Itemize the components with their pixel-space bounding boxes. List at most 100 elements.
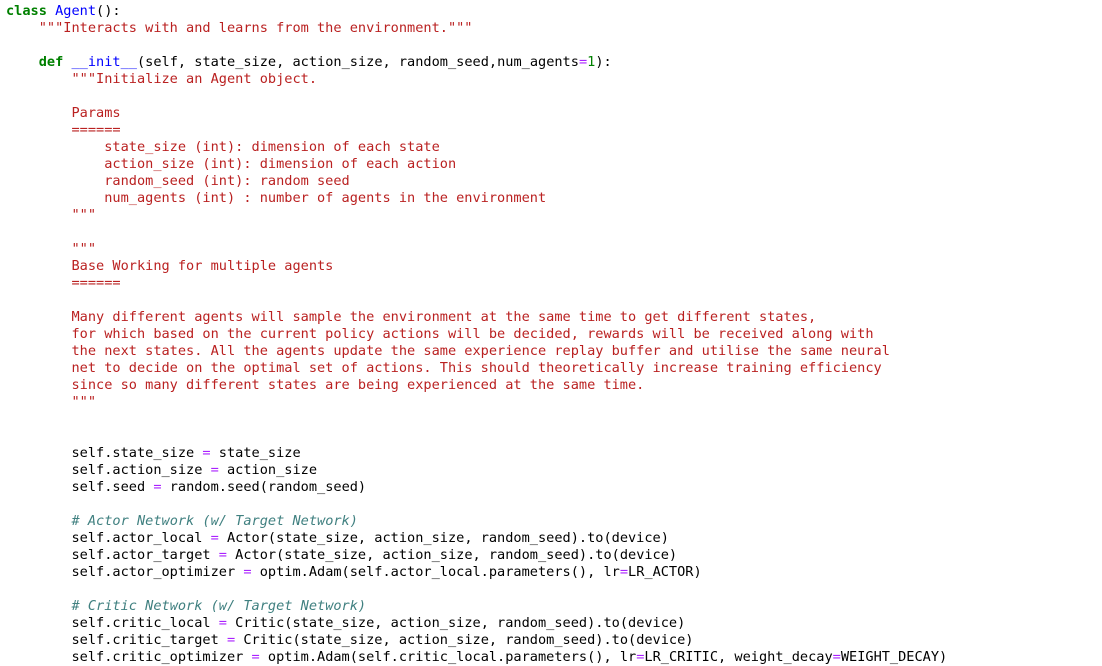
code-token-text: self.actor_local [6, 530, 211, 546]
code-line: class Agent(): [6, 3, 1096, 20]
code-token-comment: # Critic Network (w/ Target Network) [71, 598, 367, 614]
code-token-string: """ [6, 241, 97, 257]
code-line: random_seed (int): random seed [6, 173, 1096, 190]
code-line: self.seed = random.seed(random_seed) [6, 479, 1096, 496]
code-token-text: LR_CRITIC, weight_decay [644, 649, 833, 665]
code-token-text: self.critic_target [6, 632, 227, 648]
code-token-text: action_size [218, 462, 318, 478]
code-token-operator: = [832, 649, 841, 665]
code-token-string: Base Working for multiple agents [6, 258, 334, 274]
code-token-text: self.actor_optimizer [6, 564, 244, 580]
code-token-operator: = [226, 632, 236, 648]
code-line: ====== [6, 122, 1096, 139]
code-token-text: LR_ACTOR) [628, 564, 702, 580]
code-token-text: (self, state_size, action_size, random_s… [136, 54, 579, 70]
code-editor[interactable]: class Agent(): """Interacts with and lea… [6, 3, 1096, 666]
code-line: Params [6, 105, 1096, 122]
code-token-operator: = [153, 479, 162, 495]
code-token-string: ====== [6, 122, 121, 138]
code-token-text: self.actor_target [6, 547, 219, 563]
code-token-string: Many different agents will sample the en… [6, 309, 817, 325]
code-token-keyword: def [38, 54, 64, 70]
code-line: self.critic_target = Critic(state_size, … [6, 632, 1096, 649]
code-line: self.action_size = action_size [6, 462, 1096, 479]
code-token-string: for which based on the current policy ac… [6, 326, 874, 342]
code-token-operator: = [210, 530, 219, 546]
code-line: """Interacts with and learns from the en… [6, 20, 1096, 37]
code-token-string: """Interacts with and learns from the en… [6, 20, 473, 36]
code-token-keyword: class [6, 3, 47, 19]
code-token-text: self.seed [6, 479, 154, 495]
code-line: state_size (int): dimension of each stat… [6, 139, 1096, 156]
code-token-text: ): [595, 54, 612, 70]
code-token-text: optim.Adam(self.actor_local.parameters()… [251, 564, 620, 580]
code-line: Many different agents will sample the en… [6, 309, 1096, 326]
code-line: since so many different states are being… [6, 377, 1096, 394]
code-token-string: since so many different states are being… [6, 377, 645, 393]
code-line: self.critic_optimizer = optim.Adam(self.… [6, 649, 1096, 666]
code-token-text: Critic(state_size, action_size, random_s… [226, 615, 686, 631]
code-line: """ [6, 394, 1096, 411]
code-line: """ [6, 241, 1096, 258]
code-token-string: """Initialize an Agent object. [6, 71, 317, 87]
code-token-text: Actor(state_size, action_size, random_se… [218, 530, 669, 546]
code-token-string: the next states. All the agents update t… [6, 343, 890, 359]
code-token-operator: = [218, 615, 227, 631]
code-line: self.actor_optimizer = optim.Adam(self.a… [6, 564, 1096, 581]
code-token-operator: = [210, 462, 219, 478]
code-line: self.actor_local = Actor(state_size, act… [6, 530, 1096, 547]
code-token-text: random.seed(random_seed) [161, 479, 367, 495]
code-token-string: ====== [6, 275, 121, 291]
code-line: # Critic Network (w/ Target Network) [6, 598, 1096, 615]
code-line: # Actor Network (w/ Target Network) [6, 513, 1096, 530]
code-line: self.actor_target = Actor(state_size, ac… [6, 547, 1096, 564]
code-token-text: self.critic_local [6, 615, 219, 631]
code-token-string: num_agents (int) : number of agents in t… [6, 190, 547, 206]
code-token-operator: = [202, 445, 211, 461]
code-token-text: state_size [210, 445, 301, 461]
code-line: """ [6, 207, 1096, 224]
code-token-text: self.action_size [6, 462, 211, 478]
code-line: self.state_size = state_size [6, 445, 1096, 462]
code-token-string: net to decide on the optimal set of acti… [6, 360, 882, 376]
code-line: the next states. All the agents update t… [6, 343, 1096, 360]
code-token-string: Params [6, 105, 121, 121]
code-token-string: """ [6, 394, 97, 410]
code-token-operator: = [578, 54, 588, 70]
code-token-text: WEIGHT_DECAY) [840, 649, 948, 665]
code-token-operator: = [636, 649, 645, 665]
code-token-comment: # Actor Network (w/ Target Network) [71, 513, 358, 529]
code-token-function-name: __init__ [71, 54, 137, 70]
code-token-string: state_size (int): dimension of each stat… [6, 139, 440, 155]
code-token-operator: = [218, 547, 227, 563]
code-token-text: optim.Adam(self.critic_local.parameters(… [259, 649, 637, 665]
code-token-text: Critic(state_size, action_size, random_s… [235, 632, 694, 648]
code-token-string: random_seed (int): random seed [6, 173, 350, 189]
code-token-operator: = [243, 564, 252, 580]
code-token-text: Actor(state_size, action_size, random_se… [226, 547, 678, 563]
code-token-text: (): [96, 3, 121, 19]
code-token-operator: = [619, 564, 629, 580]
code-line: ====== [6, 275, 1096, 292]
code-line: Base Working for multiple agents [6, 258, 1096, 275]
code-token-string: """ [6, 207, 97, 223]
code-token-text: self.critic_optimizer [6, 649, 252, 665]
code-line: action_size (int): dimension of each act… [6, 156, 1096, 173]
code-line: for which based on the current policy ac… [6, 326, 1096, 343]
code-line: def __init__(self, state_size, action_si… [6, 54, 1096, 71]
code-line: """Initialize an Agent object. [6, 71, 1096, 88]
code-token-string: action_size (int): dimension of each act… [6, 156, 457, 172]
code-token-text: self.state_size [6, 445, 203, 461]
code-line: num_agents (int) : number of agents in t… [6, 190, 1096, 207]
